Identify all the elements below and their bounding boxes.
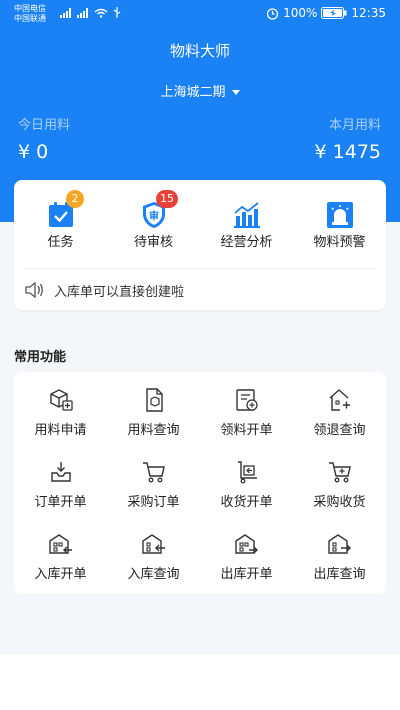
business-analysis-label: 经营分析 bbox=[220, 235, 273, 250]
alarm-icon bbox=[266, 7, 279, 20]
signal-icon-2 bbox=[77, 7, 88, 18]
document-box-icon bbox=[145, 388, 163, 412]
inbound-query-button[interactable]: 入库查询 bbox=[107, 521, 200, 593]
picking-order-label: 领料开单 bbox=[220, 423, 273, 438]
warehouse-out-icon bbox=[234, 534, 258, 554]
status-bar: 中国电信 中国联通 100% 12:35 bbox=[0, 0, 400, 28]
speaker-icon bbox=[25, 281, 43, 299]
shopping-cart-icon bbox=[142, 462, 165, 483]
caret-down-icon bbox=[231, 90, 240, 95]
notice-text: 入库单可以直接创建啦 bbox=[54, 284, 185, 300]
battery-percent: 100% bbox=[283, 6, 318, 20]
quick-actions-card: 2 任务 审 15 待审核 经营分析 物料预警 入库单可以直接创建啦 bbox=[14, 180, 386, 310]
hand-truck-icon bbox=[237, 461, 257, 484]
receiving-create-button[interactable]: 收货开单 bbox=[200, 449, 293, 521]
usb-icon bbox=[113, 7, 121, 18]
status-right: 100% 12:35 bbox=[266, 6, 386, 20]
warehouse-search-icon bbox=[141, 534, 165, 554]
purchase-receiving-label: 采购收货 bbox=[313, 495, 366, 510]
notice-bar[interactable]: 入库单可以直接创建啦 bbox=[24, 278, 184, 302]
task-badge: 2 bbox=[66, 190, 84, 208]
review-badge: 15 bbox=[156, 190, 178, 208]
clock-time: 12:35 bbox=[351, 6, 386, 20]
carrier-2: 中国联通 bbox=[14, 14, 46, 23]
material-warning-label: 物料预警 bbox=[313, 235, 366, 250]
order-create-button[interactable]: 订单开单 bbox=[14, 449, 107, 521]
bar-chart-icon bbox=[233, 202, 260, 228]
network-icons bbox=[60, 7, 121, 18]
battery-icon bbox=[321, 7, 347, 19]
cart-plus-icon bbox=[328, 462, 351, 483]
wifi-icon bbox=[94, 8, 108, 18]
today-usage-label: 今日用料 bbox=[18, 118, 71, 133]
outbound-create-label: 出库开单 bbox=[220, 567, 273, 582]
box-request-icon bbox=[49, 389, 73, 411]
project-name: 上海城二期 bbox=[160, 85, 226, 100]
warehouse-export-icon bbox=[327, 534, 351, 554]
pending-review-label: 待审核 bbox=[133, 235, 173, 250]
return-query-label: 领退查询 bbox=[313, 423, 366, 438]
alarm-light-icon bbox=[326, 202, 353, 228]
app-title: 物料大师 bbox=[169, 42, 230, 60]
carrier-info: 中国电信 中国联通 bbox=[14, 4, 46, 24]
task-button[interactable]: 2 任务 bbox=[14, 180, 107, 268]
purchase-receiving-button[interactable]: 采购收货 bbox=[293, 449, 386, 521]
business-analysis-button[interactable]: 经营分析 bbox=[200, 180, 293, 268]
svg-text:审: 审 bbox=[149, 210, 159, 223]
inbound-query-label: 入库查询 bbox=[127, 567, 180, 582]
outbound-create-button[interactable]: 出库开单 bbox=[200, 521, 293, 593]
material-request-label: 用料申请 bbox=[34, 423, 87, 438]
purchase-order-button[interactable]: 采购订单 bbox=[107, 449, 200, 521]
order-create-label: 订单开单 bbox=[34, 495, 87, 510]
month-usage-value: ¥ 1475 bbox=[314, 141, 381, 163]
material-query-label: 用料查询 bbox=[127, 423, 180, 438]
outbound-query-label: 出库查询 bbox=[313, 567, 366, 582]
card-divider bbox=[24, 268, 376, 269]
month-usage-label: 本月用料 bbox=[328, 118, 381, 133]
carrier-1: 中国电信 bbox=[14, 4, 46, 13]
house-plus-icon bbox=[329, 389, 350, 411]
common-functions-card: 用料申请 用料查询 领料开单 领退查询 订单开单 采购订单 收货开单 采购收货 bbox=[14, 372, 386, 594]
form-add-icon bbox=[235, 389, 258, 411]
project-selector[interactable]: 上海城二期 bbox=[0, 81, 400, 100]
warehouse-in-icon bbox=[48, 534, 72, 554]
material-warning-button[interactable]: 物料预警 bbox=[293, 180, 386, 268]
material-request-button[interactable]: 用料申请 bbox=[14, 377, 107, 449]
inbound-create-label: 入库开单 bbox=[34, 567, 87, 582]
today-usage-value: ¥ 0 bbox=[18, 141, 49, 163]
picking-order-button[interactable]: 领料开单 bbox=[200, 377, 293, 449]
signal-icon bbox=[60, 7, 71, 18]
pending-review-button[interactable]: 审 15 待审核 bbox=[107, 180, 200, 268]
purchase-order-label: 采购订单 bbox=[127, 495, 180, 510]
tray-download-icon bbox=[50, 462, 71, 482]
outbound-query-button[interactable]: 出库查询 bbox=[293, 521, 386, 593]
receiving-create-label: 收货开单 bbox=[220, 495, 273, 510]
task-label: 任务 bbox=[47, 235, 74, 250]
section-title: 常用功能 bbox=[14, 350, 67, 365]
return-query-button[interactable]: 领退查询 bbox=[293, 377, 386, 449]
inbound-create-button[interactable]: 入库开单 bbox=[14, 521, 107, 593]
material-query-button[interactable]: 用料查询 bbox=[107, 377, 200, 449]
